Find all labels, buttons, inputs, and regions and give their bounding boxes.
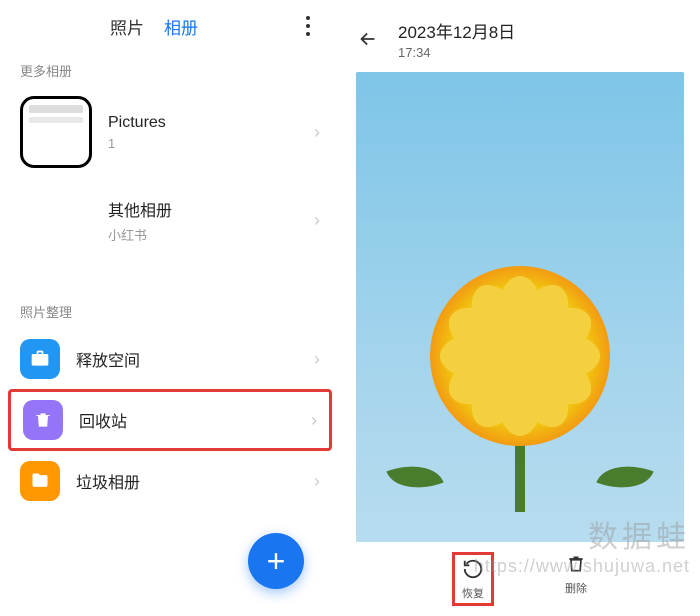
album-title: Pictures (108, 114, 298, 132)
album-info: Pictures 1 (108, 114, 298, 151)
org-title: 垃圾相册 (76, 469, 298, 493)
album-thumbnail (20, 96, 92, 168)
photo-viewer[interactable] (356, 72, 684, 542)
album-count: 1 (108, 136, 298, 151)
album-info: 其他相册 小红书 (108, 197, 298, 244)
delete-label: 删除 (565, 580, 587, 596)
folder-icon (20, 461, 60, 501)
restore-button[interactable]: 恢复 (452, 552, 494, 606)
plus-icon: + (267, 545, 286, 577)
org-recycle-bin[interactable]: 回收站 › (8, 389, 332, 451)
back-button[interactable] (356, 27, 380, 51)
tabs: 照片 相册 (0, 0, 340, 53)
org-title: 回收站 (79, 408, 295, 432)
section-photo-org: 照片整理 (0, 294, 340, 329)
photo-detail-panel: 2023年12月8日 17:34 (340, 0, 700, 607)
album-row[interactable]: 其他相册 小红书 › (0, 176, 340, 264)
more-vertical-icon (306, 24, 310, 28)
org-title: 释放空间 (76, 347, 298, 371)
chevron-right-icon: › (314, 122, 320, 143)
photo-time: 17:34 (398, 45, 684, 60)
date-block: 2023年12月8日 17:34 (398, 18, 684, 60)
trash-icon (23, 400, 63, 440)
more-menu-button[interactable] (296, 14, 320, 38)
album-thumbnail (20, 184, 92, 256)
chevron-right-icon: › (314, 349, 320, 370)
restore-icon (461, 557, 485, 581)
album-row[interactable]: Pictures 1 › (0, 88, 340, 176)
bottom-actions: 恢复 删除 (340, 542, 700, 616)
albums-panel: 照片 相册 更多相册 Pictures 1 › 其他相册 小红书 › 照片整理 … (0, 0, 340, 607)
org-free-space[interactable]: 释放空间 › (0, 329, 340, 389)
trash-icon (564, 552, 588, 576)
photo-content (430, 266, 610, 512)
section-more-albums: 更多相册 (0, 53, 340, 88)
chevron-right-icon: › (314, 210, 320, 231)
add-button[interactable]: + (248, 533, 304, 589)
chevron-right-icon: › (311, 410, 317, 431)
detail-header: 2023年12月8日 17:34 (340, 0, 700, 72)
tab-photos[interactable]: 照片 (110, 14, 144, 39)
delete-button[interactable]: 删除 (564, 552, 588, 606)
org-junk-album[interactable]: 垃圾相册 › (0, 451, 340, 511)
album-sub: 小红书 (108, 225, 298, 244)
photo-date: 2023年12月8日 (398, 18, 684, 43)
restore-label: 恢复 (462, 585, 484, 601)
chevron-right-icon: › (314, 471, 320, 492)
tab-albums[interactable]: 相册 (164, 14, 198, 39)
album-title: 其他相册 (108, 197, 298, 221)
briefcase-icon (20, 339, 60, 379)
